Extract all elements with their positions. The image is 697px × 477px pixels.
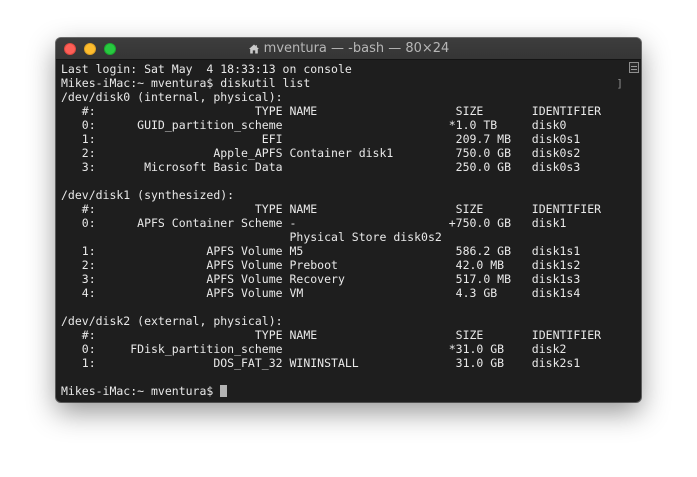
terminal-line: #: TYPE NAME SIZE IDENTIFIER xyxy=(61,328,602,342)
terminal-window: mventura — -bash — 80×24 ] Last login: S… xyxy=(56,38,641,402)
terminal-line: #: TYPE NAME SIZE IDENTIFIER xyxy=(61,202,602,216)
terminal-line: 3: Microsoft Basic Data 250.0 GB disk0s3 xyxy=(61,160,581,174)
terminal-line: 0: GUID_partition_scheme *1.0 TB disk0 xyxy=(61,118,567,132)
shell-prompt: Mikes-iMac:~ mventura$ xyxy=(61,384,221,398)
terminal-line: Physical Store disk0s2 xyxy=(61,230,442,244)
terminal-line: 1: APFS Volume M5 586.2 GB disk1s1 xyxy=(61,244,581,258)
terminal-line: /dev/disk1 (synthesized): xyxy=(61,188,235,202)
scrollbar-toggle[interactable] xyxy=(629,62,639,73)
title-bar[interactable]: mventura — -bash — 80×24 xyxy=(56,38,641,60)
terminal-line: 3: APFS Volume Recovery 517.0 MB disk1s3 xyxy=(61,272,581,286)
terminal-line: /dev/disk2 (external, physical): xyxy=(61,314,283,328)
prompt-line[interactable]: Mikes-iMac:~ mventura$ xyxy=(61,384,621,398)
home-folder-icon xyxy=(248,43,260,55)
terminal-line: #: TYPE NAME SIZE IDENTIFIER xyxy=(61,104,602,118)
terminal-line: Mikes-iMac:~ mventura$ diskutil list xyxy=(61,76,311,90)
terminal-output[interactable]: Last login: Sat May 4 18:33:13 on consol… xyxy=(61,62,621,398)
terminal-line: 4: APFS Volume VM 4.3 GB disk1s4 xyxy=(61,286,581,300)
terminal-line: 1: EFI 209.7 MB disk0s1 xyxy=(61,132,581,146)
terminal-line: /dev/disk0 (internal, physical): xyxy=(61,90,283,104)
terminal-line: 0: FDisk_partition_scheme *31.0 GB disk2 xyxy=(61,342,567,356)
terminal-line: 2: APFS Volume Preboot 42.0 MB disk1s2 xyxy=(61,258,581,272)
text-cursor xyxy=(220,385,228,397)
terminal-line: 2: Apple_APFS Container disk1 750.0 GB d… xyxy=(61,146,581,160)
window-title: mventura — -bash — 80×24 xyxy=(263,41,450,56)
terminal-line: 1: DOS_FAT_32 WININSTALL 31.0 GB disk2s1 xyxy=(61,356,581,370)
terminal-line: Last login: Sat May 4 18:33:13 on consol… xyxy=(61,62,352,76)
terminal-line: 0: APFS Container Scheme - +750.0 GB dis… xyxy=(61,216,567,230)
window-title-area: mventura — -bash — 80×24 xyxy=(56,38,641,59)
